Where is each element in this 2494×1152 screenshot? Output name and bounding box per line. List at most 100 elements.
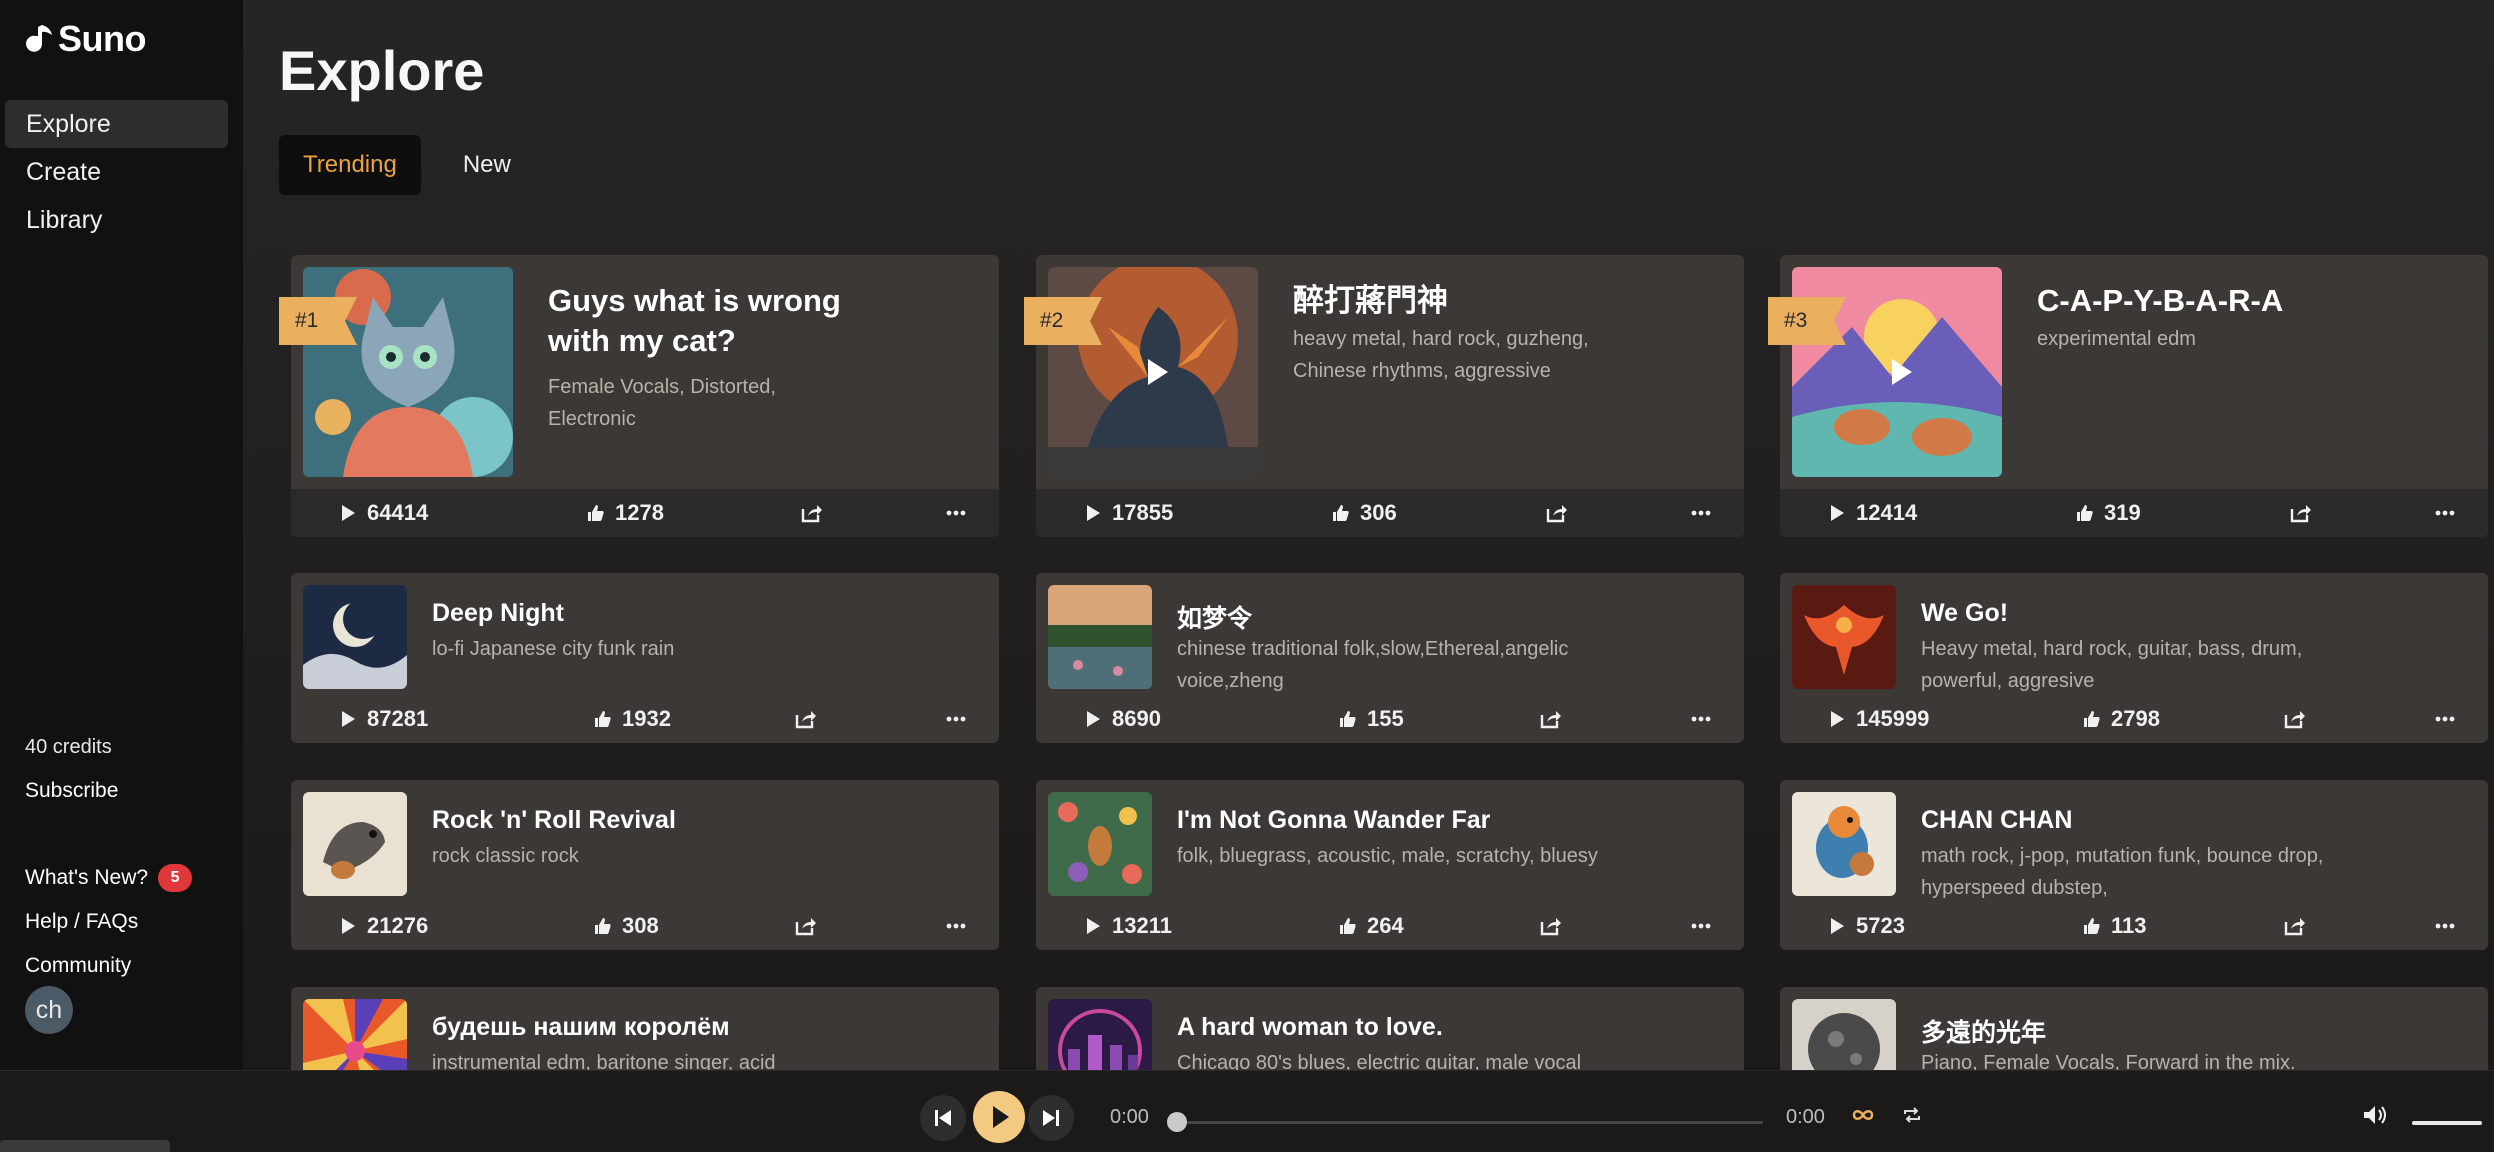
tab-new[interactable]: New bbox=[439, 135, 535, 195]
song-title[interactable]: A hard woman to love. bbox=[1177, 1013, 1443, 1042]
share-icon[interactable] bbox=[801, 503, 823, 523]
play-count[interactable]: 17855 bbox=[1084, 489, 1173, 537]
like-count[interactable]: 319 bbox=[2076, 489, 2141, 537]
featured-song-card[interactable]: #2 醉打蔣門神 heavy metal, hard rock, guzheng… bbox=[1024, 255, 1744, 537]
song-cover-art[interactable] bbox=[303, 585, 407, 689]
like-count[interactable]: 2798 bbox=[2083, 695, 2160, 743]
sidebar-item-explore[interactable]: Explore bbox=[5, 100, 228, 148]
repeat-icon[interactable] bbox=[1902, 1105, 1922, 1125]
song-cover-art[interactable] bbox=[1048, 999, 1152, 1070]
featured-song-card[interactable]: #3 C-A-P-Y-B-A-R-A experimental edm 1241… bbox=[1768, 255, 2488, 537]
song-title[interactable]: We Go! bbox=[1921, 599, 2008, 628]
song-title[interactable]: Deep Night bbox=[432, 599, 564, 628]
share-icon[interactable] bbox=[1540, 916, 1562, 936]
play-count[interactable]: 87281 bbox=[339, 695, 428, 743]
song-card[interactable]: будешь нашим королём instrumental edm, b… bbox=[291, 987, 999, 1070]
song-card[interactable]: I'm Not Gonna Wander Far folk, bluegrass… bbox=[1036, 780, 1744, 950]
like-count[interactable]: 1278 bbox=[587, 489, 664, 537]
song-title[interactable]: Rock 'n' Roll Revival bbox=[432, 806, 676, 835]
progress-track[interactable] bbox=[1177, 1121, 1763, 1124]
more-options-icon[interactable] bbox=[945, 709, 967, 729]
featured-song-card[interactable]: #1 Guys what is wrong with my cat? Femal… bbox=[279, 255, 999, 537]
song-title[interactable]: Guys what is wrong with my cat? bbox=[548, 281, 841, 361]
user-avatar[interactable]: ch bbox=[25, 986, 73, 1034]
share-icon[interactable] bbox=[2290, 503, 2312, 523]
like-count[interactable]: 155 bbox=[1339, 695, 1404, 743]
suno-logo-icon bbox=[26, 25, 52, 52]
share-icon[interactable] bbox=[2284, 916, 2306, 936]
song-card[interactable]: A hard woman to love. Chicago 80's blues… bbox=[1036, 987, 1744, 1070]
more-options-icon[interactable] bbox=[1690, 503, 1712, 523]
subscribe-link[interactable]: Subscribe bbox=[25, 779, 118, 803]
sidebar-item-create[interactable]: Create bbox=[5, 148, 228, 196]
song-title[interactable]: C-A-P-Y-B-A-R-A bbox=[2037, 281, 2283, 321]
song-title[interactable]: 如梦令 bbox=[1177, 599, 1252, 635]
share-icon[interactable] bbox=[2284, 709, 2306, 729]
volume-slider[interactable] bbox=[2412, 1121, 2482, 1125]
song-card[interactable]: CHAN CHAN math rock, j-pop, mutation fun… bbox=[1780, 780, 2488, 950]
song-card[interactable]: 多遠的光年 Piano, Female Vocals, Forward in t… bbox=[1780, 987, 2488, 1070]
play-count[interactable]: 12414 bbox=[1828, 489, 1917, 537]
song-title[interactable]: I'm Not Gonna Wander Far bbox=[1177, 806, 1490, 835]
more-options-icon[interactable] bbox=[2434, 709, 2456, 729]
song-cover-art[interactable] bbox=[303, 999, 407, 1070]
more-options-icon[interactable] bbox=[2434, 916, 2456, 936]
play-count-value: 145999 bbox=[1856, 706, 1930, 731]
previous-track-button[interactable] bbox=[920, 1095, 966, 1141]
song-card[interactable]: We Go! Heavy metal, hard rock, guitar, b… bbox=[1780, 573, 2488, 743]
song-cover-art[interactable] bbox=[1048, 585, 1152, 689]
more-options-icon[interactable] bbox=[945, 916, 967, 936]
song-tags-line: voice,zheng bbox=[1177, 670, 1284, 692]
tab-trending[interactable]: Trending bbox=[279, 135, 421, 195]
next-track-button[interactable] bbox=[1028, 1095, 1074, 1141]
song-cover-art[interactable] bbox=[1792, 792, 1896, 896]
community-link[interactable]: Community bbox=[25, 944, 192, 988]
like-count[interactable]: 308 bbox=[594, 902, 659, 950]
more-options-icon[interactable] bbox=[1690, 916, 1712, 936]
more-options-icon[interactable] bbox=[1690, 709, 1712, 729]
song-stats-bar: 21276 308 bbox=[291, 902, 999, 950]
help-faqs-link[interactable]: Help / FAQs bbox=[25, 900, 192, 944]
bird-guitar-artwork bbox=[303, 792, 407, 896]
song-card[interactable]: 如梦令 chinese traditional folk,slow,Ethere… bbox=[1036, 573, 1744, 743]
like-count[interactable]: 113 bbox=[2083, 902, 2147, 950]
song-title[interactable]: 醉打蔣門神 bbox=[1293, 281, 1448, 321]
share-icon[interactable] bbox=[795, 916, 817, 936]
more-options-icon[interactable] bbox=[945, 503, 967, 523]
song-cover-art[interactable] bbox=[1792, 585, 1896, 689]
infinite-loop-icon[interactable] bbox=[1852, 1108, 1874, 1122]
share-icon[interactable] bbox=[1546, 503, 1568, 523]
song-cover-art[interactable] bbox=[1048, 792, 1152, 896]
progress-handle[interactable] bbox=[1167, 1112, 1187, 1132]
rank-badge: #3 bbox=[1768, 297, 1846, 345]
play-count[interactable]: 5723 bbox=[1828, 902, 1905, 950]
song-stats-bar: 8690 155 bbox=[1036, 695, 1744, 743]
song-title[interactable]: будешь нашим королём bbox=[432, 1013, 730, 1042]
play-icon bbox=[1831, 505, 1844, 521]
song-cover-art[interactable] bbox=[303, 792, 407, 896]
play-count[interactable]: 8690 bbox=[1084, 695, 1161, 743]
like-count[interactable]: 264 bbox=[1339, 902, 1404, 950]
song-card[interactable]: Rock 'n' Roll Revival rock classic rock … bbox=[291, 780, 999, 950]
song-title[interactable]: 多遠的光年 bbox=[1921, 1013, 2046, 1049]
more-options-icon[interactable] bbox=[2434, 503, 2456, 523]
play-pause-button[interactable] bbox=[973, 1091, 1025, 1143]
current-time: 0:00 bbox=[1110, 1106, 1149, 1128]
share-icon[interactable] bbox=[1540, 709, 1562, 729]
burst-artwork bbox=[303, 999, 407, 1070]
volume-icon[interactable] bbox=[2362, 1103, 2388, 1127]
app-name: Suno bbox=[58, 18, 146, 59]
suno-logo[interactable]: Suno bbox=[24, 18, 146, 60]
like-count[interactable]: 306 bbox=[1332, 489, 1397, 537]
share-icon[interactable] bbox=[795, 709, 817, 729]
song-cover-art[interactable] bbox=[1792, 999, 1896, 1070]
play-count[interactable]: 64414 bbox=[339, 489, 428, 537]
song-title[interactable]: CHAN CHAN bbox=[1921, 806, 2072, 835]
play-count[interactable]: 13211 bbox=[1084, 902, 1172, 950]
song-card[interactable]: Deep Night lo-fi Japanese city funk rain… bbox=[291, 573, 999, 743]
play-count[interactable]: 145999 bbox=[1828, 695, 1929, 743]
play-count[interactable]: 21276 bbox=[339, 902, 428, 950]
whats-new-link[interactable]: What's New? 5 bbox=[25, 856, 193, 900]
like-count[interactable]: 1932 bbox=[594, 695, 671, 743]
sidebar-item-library[interactable]: Library bbox=[5, 196, 228, 244]
